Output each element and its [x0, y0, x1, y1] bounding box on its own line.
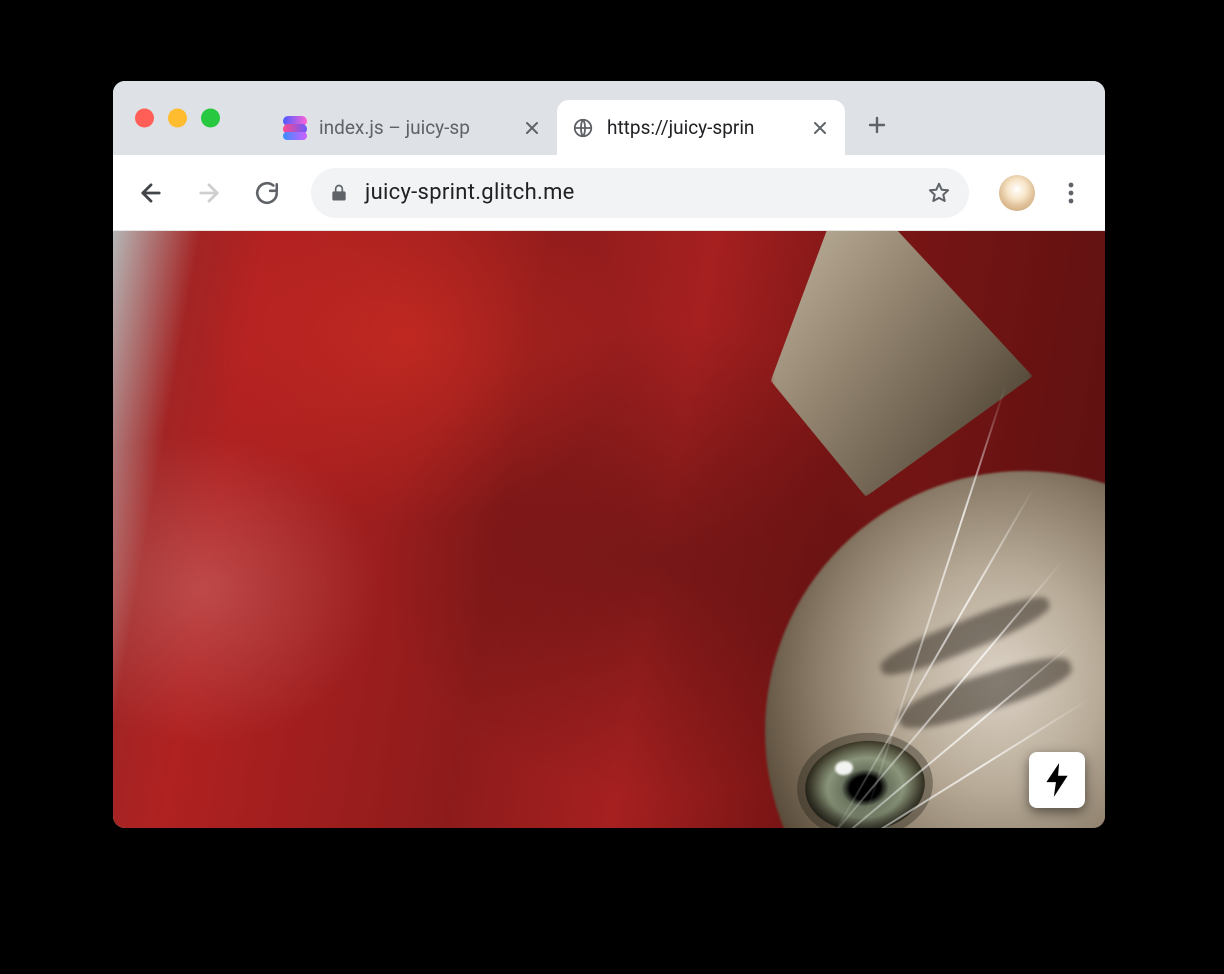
tab-title: index.js – juicy-sp — [319, 116, 509, 139]
cat-image — [545, 231, 1105, 828]
browser-window: index.js – juicy-sp https://juicy-sprin — [113, 81, 1105, 828]
tab-site-preview[interactable]: https://juicy-sprin — [557, 100, 845, 155]
back-button[interactable] — [127, 169, 175, 217]
reload-button[interactable] — [243, 169, 291, 217]
forward-button[interactable] — [185, 169, 233, 217]
tab-close-button[interactable] — [809, 117, 831, 139]
tab-glitch-editor[interactable]: index.js – juicy-sp — [269, 100, 557, 155]
glitch-lightning-badge[interactable] — [1029, 752, 1085, 808]
window-close-button[interactable] — [135, 109, 154, 128]
kebab-menu-button[interactable] — [1051, 173, 1091, 213]
bookmark-star-button[interactable] — [927, 181, 951, 205]
lock-icon — [329, 183, 349, 203]
page-viewport — [113, 231, 1105, 828]
tab-close-button[interactable] — [521, 117, 543, 139]
lightning-icon — [1044, 763, 1070, 797]
tab-strip: index.js – juicy-sp https://juicy-sprin — [113, 81, 1105, 155]
new-tab-button[interactable] — [857, 105, 897, 145]
window-minimize-button[interactable] — [168, 109, 187, 128]
globe-icon — [571, 116, 595, 140]
window-maximize-button[interactable] — [201, 109, 220, 128]
window-controls — [135, 109, 220, 128]
toolbar: juicy-sprint.glitch.me — [113, 155, 1105, 231]
glitch-fish-icon — [283, 116, 307, 140]
tabs-container: index.js – juicy-sp https://juicy-sprin — [269, 81, 897, 155]
address-bar[interactable]: juicy-sprint.glitch.me — [311, 168, 969, 218]
url-text: juicy-sprint.glitch.me — [365, 180, 911, 205]
tab-title: https://juicy-sprin — [607, 116, 797, 139]
profile-avatar-button[interactable] — [999, 175, 1035, 211]
